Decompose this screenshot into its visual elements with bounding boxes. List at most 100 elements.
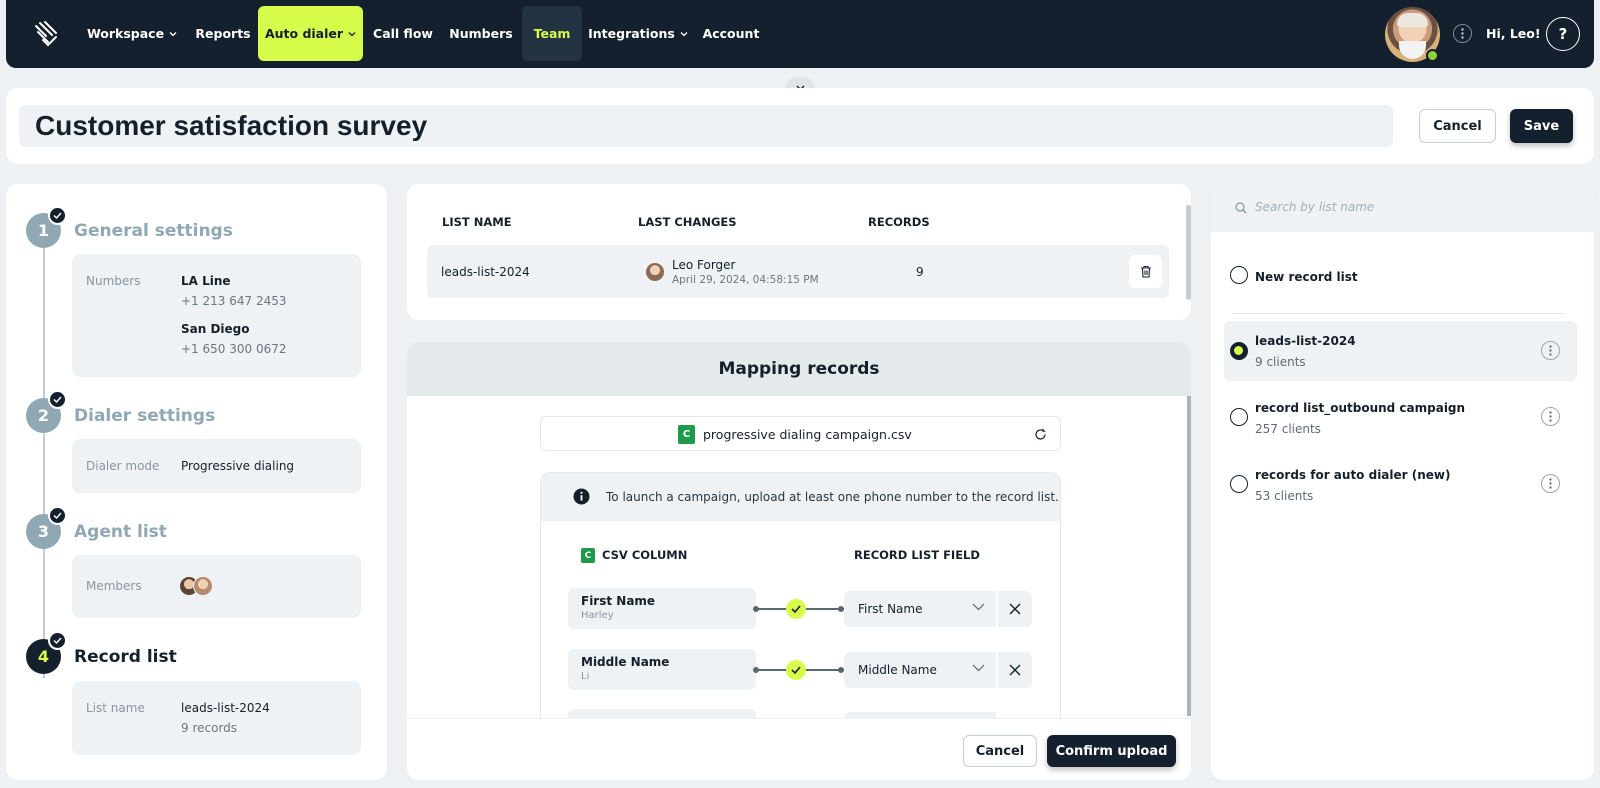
nav-integrations-label: Integrations: [588, 26, 675, 41]
csv-column-name: Middle Name: [581, 655, 670, 669]
col-records: RECORDS: [868, 215, 930, 229]
help-button[interactable]: ?: [1546, 17, 1580, 51]
table-row[interactable]: leads-list-2024 Leo Forger April 29, 202…: [427, 245, 1169, 298]
check-icon: [786, 599, 806, 619]
campaign-title-input[interactable]: Customer satisfaction survey: [19, 105, 1393, 147]
check-icon: [48, 506, 67, 525]
info-text: To launch a campaign, upload at least on…: [606, 490, 1059, 504]
nav-auto-dialer-label: Auto dialer: [264, 26, 344, 41]
nav-numbers[interactable]: Numbers: [446, 6, 516, 61]
list-name-label: List name: [86, 701, 145, 715]
delete-list-button[interactable]: [1129, 255, 1162, 288]
chevron-down-icon: [972, 603, 985, 611]
top-navbar: Workspace Reports Auto dialer Call flow …: [6, 0, 1594, 68]
col-last-changes: LAST CHANGES: [638, 215, 737, 229]
csv-column-item: First Name Harley: [568, 588, 756, 629]
row-records: 9: [916, 265, 924, 279]
save-button[interactable]: Save: [1510, 109, 1573, 143]
editor-avatar: [645, 262, 665, 282]
step-4-title[interactable]: Record list: [74, 647, 177, 667]
new-record-list-label[interactable]: New record list: [1255, 270, 1358, 284]
row-changed-at: April 29, 2024, 04:58:15 PM: [672, 274, 819, 286]
divider: [1232, 313, 1564, 314]
nav-account-label: Account: [702, 26, 760, 41]
nav-team[interactable]: Team: [522, 6, 582, 61]
nav-workspace[interactable]: Workspace: [82, 6, 182, 61]
help-icon: ?: [1558, 25, 1568, 43]
close-icon: [1009, 664, 1021, 676]
col-csv-column: CSV COLUMN: [602, 548, 688, 562]
cancel-button[interactable]: Cancel: [1419, 109, 1496, 143]
brand-logo-icon[interactable]: [32, 20, 60, 48]
record-field-select[interactable]: First Name: [844, 591, 996, 627]
refresh-icon[interactable]: [1034, 428, 1047, 441]
numbers-label: Numbers: [86, 274, 141, 288]
search-input[interactable]: Search by list name: [1211, 184, 1594, 232]
number-name: LA Line: [181, 274, 231, 288]
record-list-radio[interactable]: [1230, 475, 1248, 493]
record-list-name[interactable]: leads-list-2024: [1255, 334, 1356, 348]
dialer-mode-value: Progressive dialing: [181, 459, 295, 473]
more-options-icon[interactable]: [1541, 341, 1560, 360]
selected-list-highlight: [1224, 321, 1577, 381]
step-4-summary: List name leads-list-2024 9 records: [72, 681, 361, 755]
campaign-header: Customer satisfaction survey Cancel Save: [6, 88, 1594, 164]
record-list-name[interactable]: record list_outbound campaign: [1255, 401, 1465, 415]
csv-column-sample: Li: [581, 671, 590, 682]
new-record-list-radio[interactable]: [1230, 266, 1248, 284]
mapping-scrollbar[interactable]: [1187, 396, 1191, 716]
record-list-count: 9 clients: [1255, 355, 1306, 369]
nav-auto-dialer[interactable]: Auto dialer: [258, 6, 363, 61]
nav-team-label: Team: [533, 26, 571, 41]
nav-integrations[interactable]: Integrations: [588, 6, 688, 61]
more-options-icon[interactable]: [1453, 24, 1472, 43]
uploaded-file: C progressive dialing campaign.csv: [540, 416, 1061, 451]
record-list-table: LIST NAME LAST CHANGES RECORDS leads-lis…: [407, 184, 1191, 320]
record-field-value: Middle Name: [858, 663, 937, 677]
number-phone: +1 213 647 2453: [181, 294, 287, 308]
nav-reports-label: Reports: [195, 26, 251, 41]
step-1-summary: Numbers LA Line +1 213 647 2453 San Dieg…: [72, 254, 361, 377]
record-list-radio[interactable]: [1230, 342, 1248, 360]
nav-account[interactable]: Account: [696, 6, 766, 61]
number-name: San Diego: [181, 322, 250, 336]
step-1-title[interactable]: General settings: [74, 221, 233, 241]
nav-call-flow-label: Call flow: [373, 26, 433, 41]
search-icon: [1235, 202, 1247, 214]
step-3-title[interactable]: Agent list: [74, 522, 167, 542]
connector-dot: [753, 606, 759, 612]
nav-reports[interactable]: Reports: [189, 6, 257, 61]
record-list-name[interactable]: records for auto dialer (new): [1255, 468, 1451, 482]
list-name-value: leads-list-2024: [181, 701, 270, 715]
step-3-summary: Members: [72, 555, 361, 618]
record-field-select[interactable]: Middle Name: [844, 652, 996, 688]
mapping-footer: Cancel Confirm upload: [407, 718, 1191, 780]
info-banner: To launch a campaign, upload at least on…: [541, 473, 1060, 521]
table-scrollbar[interactable]: [1186, 205, 1191, 300]
row-changed-by: Leo Forger: [672, 258, 736, 272]
confirm-upload-button[interactable]: Confirm upload: [1047, 735, 1176, 767]
nav-numbers-label: Numbers: [449, 26, 513, 41]
chevron-down-icon: [169, 31, 177, 36]
remove-mapping-button[interactable]: [998, 652, 1032, 688]
nav-workspace-label: Workspace: [86, 26, 165, 41]
steps-connector-line: [43, 228, 45, 678]
nav-call-flow[interactable]: Call flow: [368, 6, 438, 61]
record-lists-panel: Search by list name New record list lead…: [1211, 184, 1594, 780]
file-name: progressive dialing campaign.csv: [703, 427, 912, 442]
check-icon: [786, 660, 806, 680]
close-icon: [1009, 603, 1021, 615]
user-greeting: Hi, Leo!: [1486, 26, 1541, 41]
chevron-down-icon: [972, 664, 985, 672]
mapping-cancel-button[interactable]: Cancel: [963, 735, 1037, 767]
info-icon: [573, 488, 590, 505]
step-2-title[interactable]: Dialer settings: [74, 406, 215, 426]
csv-column-item: Middle Name Li: [568, 649, 756, 690]
row-list-name: leads-list-2024: [441, 265, 530, 279]
remove-mapping-button[interactable]: [998, 591, 1032, 627]
record-list-radio[interactable]: [1230, 408, 1248, 426]
mapping-title: Mapping records: [407, 342, 1191, 396]
more-options-icon[interactable]: [1541, 407, 1560, 426]
more-options-icon[interactable]: [1541, 474, 1560, 493]
csv-file-icon: C: [581, 548, 595, 563]
